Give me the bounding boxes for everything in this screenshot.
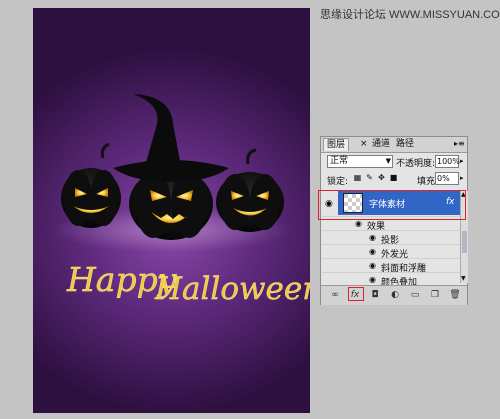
blend-mode-value: 正常 <box>330 156 349 166</box>
lock-label: 锁定: <box>327 177 349 187</box>
link-icon[interactable]: ∞ <box>329 289 341 301</box>
tab-layers[interactable]: 图层 <box>323 138 350 151</box>
adjustment-icon[interactable]: ◐ <box>389 289 401 301</box>
panel-menu-icon[interactable]: ▸≡ <box>454 139 465 148</box>
scroll-thumb[interactable] <box>462 231 467 253</box>
eye-icon[interactable]: ◉ <box>355 219 362 228</box>
opacity-label: 不透明度: <box>396 159 436 169</box>
eye-icon[interactable]: ◉ <box>369 275 376 284</box>
tab-channels[interactable]: 通道 <box>369 138 393 151</box>
panel-bottom-bar: ∞ fx ◘ ◐ ▭ ❐ 🗑 <box>321 285 467 305</box>
fx-button-highlight-box <box>348 287 364 301</box>
tab-paths[interactable]: 路径 <box>393 138 417 151</box>
lock-transparency-icon[interactable]: ▦ <box>353 173 362 182</box>
fill-slider-icon[interactable]: ▸ <box>460 174 464 182</box>
blend-mode-select[interactable]: 正常 ▼ <box>327 155 393 168</box>
effect-row-drop-shadow[interactable]: ◉ 投影 <box>322 230 460 246</box>
watermark: 思缘设计论坛 WWW.MISSYUAN.COM <box>320 9 500 21</box>
left-pumpkin <box>61 142 121 228</box>
right-pumpkin <box>216 148 284 232</box>
halloween-artwork: Happy Halloween <box>51 94 310 307</box>
new-layer-icon[interactable]: ❐ <box>429 289 441 301</box>
panel-tabs: 图层 × 通道 路径 ▸≡ <box>321 137 467 153</box>
trash-icon[interactable]: 🗑 <box>449 289 461 301</box>
lock-all-icon[interactable]: ■ <box>389 173 398 182</box>
opacity-input[interactable]: 100% <box>435 155 460 168</box>
greeting-word-2: Halloween <box>154 271 310 307</box>
artwork-canvas: Happy Halloween <box>33 8 310 413</box>
group-icon[interactable]: ▭ <box>409 289 421 301</box>
opacity-slider-icon[interactable]: ▸ <box>460 157 464 165</box>
mask-icon[interactable]: ◘ <box>369 289 381 301</box>
fill-input[interactable]: 0% <box>435 172 459 185</box>
lock-paint-icon[interactable]: ✎ <box>365 173 374 182</box>
eye-icon[interactable]: ◉ <box>369 233 376 242</box>
close-icon[interactable]: × <box>360 138 368 150</box>
eye-icon[interactable]: ◉ <box>369 261 376 270</box>
lock-position-icon[interactable]: ✥ <box>377 173 386 182</box>
chevron-down-icon: ▼ <box>385 157 391 165</box>
scroll-down-icon[interactable]: ▼ <box>461 275 466 282</box>
layer-highlight-box <box>318 190 466 220</box>
layers-panel: 图层 × 通道 路径 ▸≡ 正常 ▼ 不透明度: 100% ▸ 锁定: ▦ ✎ … <box>320 136 468 305</box>
effect-row-outer-glow[interactable]: ◉ 外发光 <box>322 244 460 260</box>
effect-row-bevel-emboss[interactable]: ◉ 斜面和浮雕 <box>322 258 460 274</box>
eye-icon[interactable]: ◉ <box>369 247 376 256</box>
